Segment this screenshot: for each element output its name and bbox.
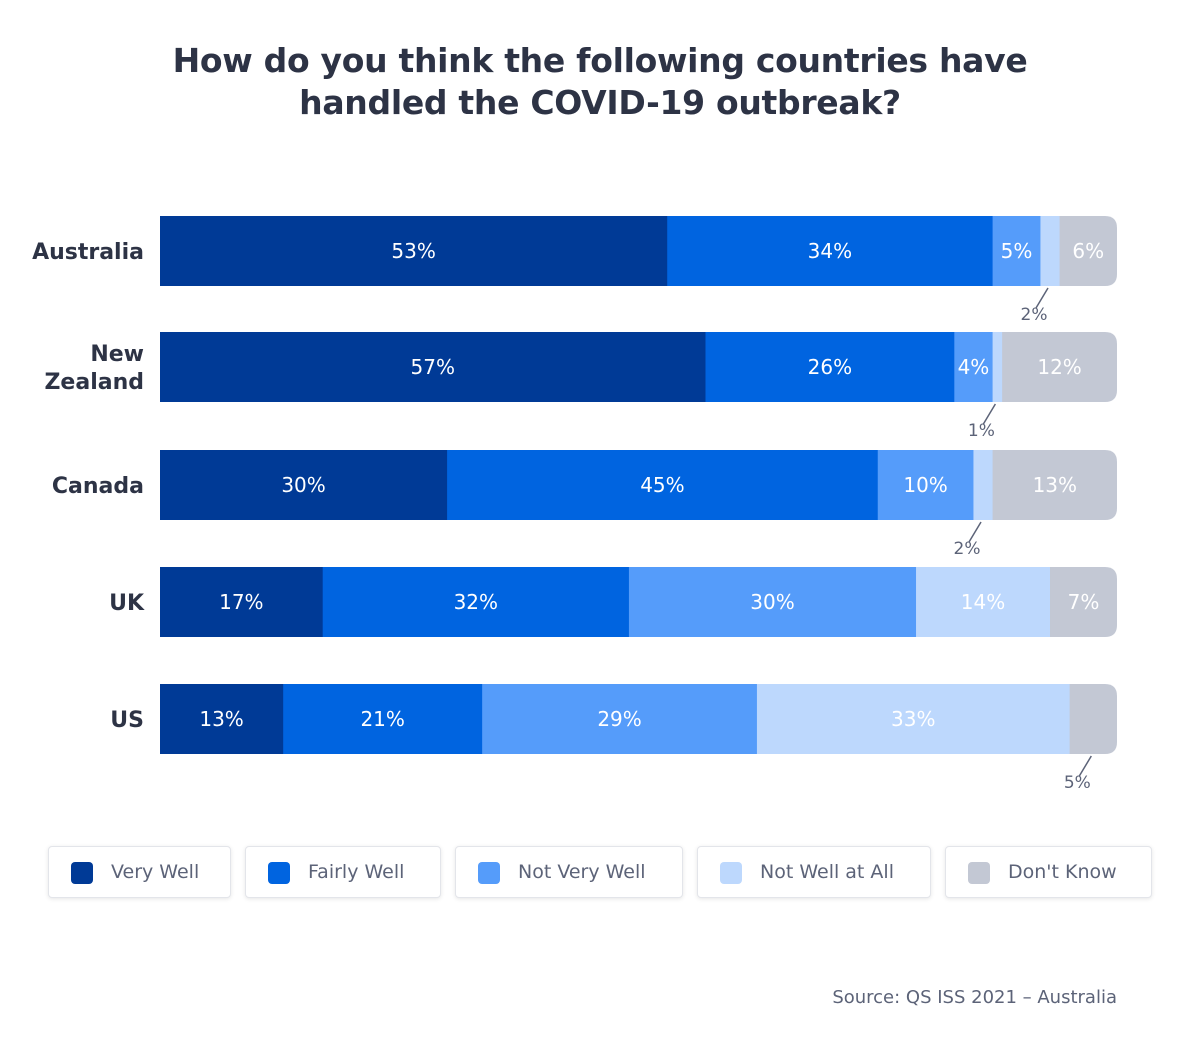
- legend-label-not-well-at-all: Not Well at All: [760, 861, 894, 883]
- legend-label-don-t-know: Don't Know: [1008, 861, 1117, 883]
- data-label-us-not-very-well: 29%: [597, 707, 641, 731]
- data-label-new-zealand-not-well-at-all: 1%: [968, 421, 995, 441]
- legend-swatch-not-very-well: [478, 862, 500, 884]
- legend-swatch-not-well-at-all: [720, 862, 742, 884]
- data-label-us-don-t-know: 5%: [1064, 773, 1091, 793]
- legend-swatch-very-well: [71, 862, 93, 884]
- legend-item-very-well: Very Well: [48, 846, 231, 898]
- category-label-line: US: [110, 708, 144, 733]
- data-label-new-zealand-fairly-well: 26%: [808, 355, 852, 379]
- category-label-new-zealand: New Zealand: [44, 342, 144, 395]
- legend-item-not-well-at-all: Not Well at All: [697, 846, 931, 898]
- category-label-line: UK: [109, 591, 145, 616]
- data-label-us-not-well-at-all: 33%: [891, 707, 935, 731]
- source-note: Source: QS ISS 2021 – Australia: [832, 987, 1117, 1008]
- bar-segment-us-don-t-know: [1069, 684, 1117, 754]
- legend-item-not-very-well: Not Very Well: [455, 846, 683, 898]
- category-label-uk: UK: [109, 591, 145, 616]
- legend-item-fairly-well: Fairly Well: [245, 846, 441, 898]
- data-label-uk-fairly-well: 32%: [454, 590, 498, 614]
- category-label-line: New: [90, 342, 144, 367]
- data-label-canada-not-very-well: 10%: [903, 473, 947, 497]
- data-label-new-zealand-very-well: 57%: [411, 355, 455, 379]
- stacked-bar-chart: Australia 53% 34% 5% 2% 6% New Zealand 57% 26% 4% 1…: [32, 216, 1117, 793]
- legend-label-not-very-well: Not Very Well: [518, 861, 646, 883]
- category-label-line: Canada: [52, 474, 144, 499]
- legend-swatch-fairly-well: [268, 862, 290, 884]
- category-label-line: Australia: [32, 240, 144, 265]
- data-label-australia-not-very-well: 5%: [1001, 239, 1033, 263]
- legend-swatch-don-t-know: [968, 862, 990, 884]
- data-label-uk-not-well-at-all: 14%: [961, 590, 1005, 614]
- legend-label-very-well: Very Well: [111, 861, 200, 883]
- category-label-us: US: [110, 708, 144, 733]
- data-label-us-fairly-well: 21%: [360, 707, 404, 731]
- legend-item-don-t-know: Don't Know: [945, 846, 1152, 898]
- data-label-us-very-well: 13%: [199, 707, 243, 731]
- legend: Very Well Fairly Well Not Very Well Not Wel…: [48, 846, 1152, 900]
- data-label-new-zealand-don-t-know: 12%: [1037, 355, 1081, 379]
- category-label-line: Zealand: [44, 370, 144, 395]
- bar-segment-canada-not-well-at-all: [973, 450, 994, 520]
- data-label-canada-not-well-at-all: 2%: [954, 539, 981, 559]
- data-label-canada-fairly-well: 45%: [640, 473, 684, 497]
- data-label-uk-very-well: 17%: [219, 590, 263, 614]
- data-label-uk-not-very-well: 30%: [750, 590, 794, 614]
- data-label-australia-not-well-at-all: 2%: [1021, 305, 1048, 325]
- data-label-uk-don-t-know: 7%: [1068, 590, 1100, 614]
- data-label-canada-very-well: 30%: [281, 473, 325, 497]
- data-label-australia-fairly-well: 34%: [808, 239, 852, 263]
- category-label-canada: Canada: [52, 474, 144, 499]
- data-label-new-zealand-not-very-well: 4%: [958, 355, 990, 379]
- data-label-australia-don-t-know: 6%: [1072, 239, 1104, 263]
- data-label-australia-very-well: 53%: [391, 239, 435, 263]
- bar-segment-australia-not-well-at-all: [1040, 216, 1061, 286]
- category-label-australia: Australia: [32, 240, 144, 265]
- bar-australia: [160, 216, 1117, 286]
- legend-label-fairly-well: Fairly Well: [308, 861, 405, 883]
- data-label-canada-don-t-know: 13%: [1033, 473, 1077, 497]
- bar-segment-new-zealand-not-well-at-all: [992, 332, 1003, 402]
